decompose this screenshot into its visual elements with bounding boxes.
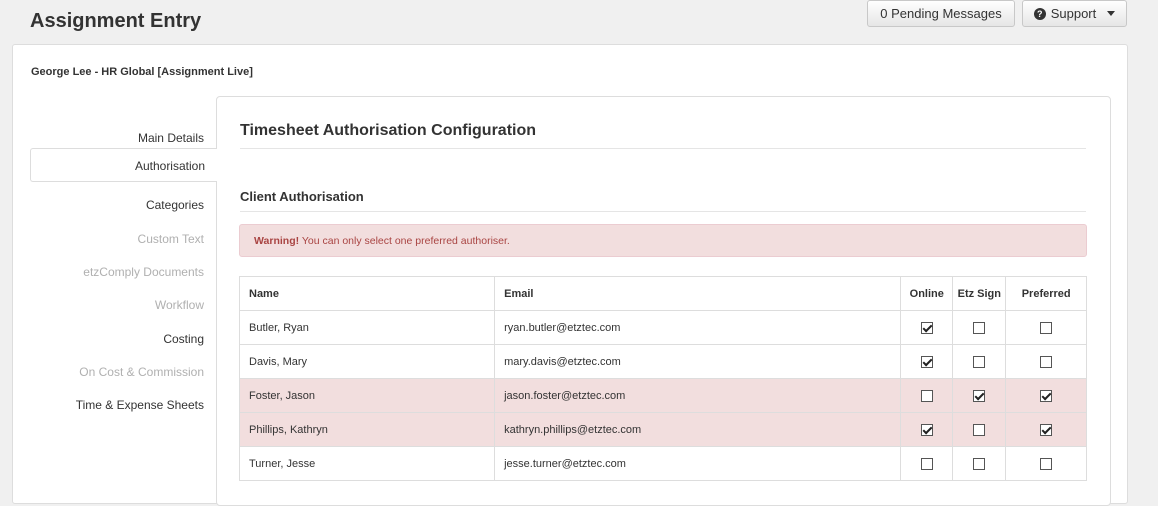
assignee-heading: George Lee - HR Global [Assignment Live]: [31, 66, 253, 78]
cell-name: Foster, Jason: [238, 378, 496, 413]
cell-etzsign: [952, 412, 1007, 447]
cell-name: Phillips, Kathryn: [238, 412, 496, 447]
online-checkbox[interactable]: [920, 423, 933, 436]
support-dropdown-button[interactable]: ? Support: [1022, 0, 1127, 27]
cell-email: ryan.butler@etztec.com: [494, 310, 902, 345]
cell-email: jason.foster@etztec.com: [494, 378, 902, 413]
cell-preferred: [1005, 378, 1087, 413]
cell-online: [900, 378, 954, 413]
table-row: Turner, Jesse jesse.turner@etztec.com: [238, 446, 1087, 481]
client-authorisation-heading: Client Authorisation: [240, 189, 364, 204]
cell-etzsign: [952, 378, 1007, 413]
etz-sign-checkbox[interactable]: [973, 389, 986, 402]
online-checkbox[interactable]: [920, 457, 933, 470]
pending-messages-button[interactable]: 0 Pending Messages: [867, 0, 1015, 27]
page-title: Assignment Entry: [30, 10, 202, 32]
cell-name: Davis, Mary: [238, 344, 496, 379]
sidebar-item-workflow[interactable]: Workflow: [155, 298, 204, 312]
table-row: Phillips, Kathryn kathryn.phillips@etztec…: [238, 412, 1087, 447]
table-row: Foster, Jason jason.foster@etztec.com: [238, 378, 1087, 413]
cell-online: [900, 344, 954, 379]
column-header-email: Email: [494, 276, 902, 311]
etz-sign-checkbox[interactable]: [973, 457, 986, 470]
column-header-preferred: Preferred: [1005, 276, 1087, 311]
sidebar-item-custom-text[interactable]: Custom Text: [138, 232, 204, 246]
column-header-name: Name: [238, 276, 496, 311]
etz-sign-checkbox[interactable]: [973, 321, 986, 334]
sidebar-item-label: Authorisation: [134, 159, 205, 173]
cell-email: mary.davis@etztec.com: [494, 344, 902, 379]
cell-online: [900, 446, 954, 481]
preferred-checkbox[interactable]: [1040, 423, 1053, 436]
cell-etzsign: [952, 344, 1007, 379]
cell-name: Turner, Jesse: [238, 446, 496, 481]
support-label: Support: [1050, 6, 1097, 21]
sidebar-item-etzcomply-documents[interactable]: etzComply Documents: [83, 265, 204, 279]
warning-alert: Warning! You can only select one preferr…: [239, 224, 1087, 257]
warning-text: You can only select one preferred author…: [299, 235, 510, 247]
sidebar-item-main-details[interactable]: Main Details: [138, 131, 204, 145]
caret-down-icon: [1107, 11, 1116, 16]
online-checkbox[interactable]: [920, 321, 933, 334]
divider: [240, 148, 1086, 149]
etz-sign-checkbox[interactable]: [973, 355, 986, 368]
cell-preferred: [1005, 344, 1087, 379]
cell-online: [900, 412, 954, 447]
sidebar-item-authorisation[interactable]: Authorisation: [30, 148, 217, 182]
table-header-row: Name Email Online Etz Sign Preferred: [238, 276, 1087, 311]
cell-etzsign: [952, 310, 1007, 345]
cell-name: Butler, Ryan: [238, 310, 496, 345]
cell-email: jesse.turner@etztec.com: [494, 446, 902, 481]
cell-preferred: [1005, 412, 1087, 447]
preferred-checkbox[interactable]: [1040, 389, 1053, 402]
cell-preferred: [1005, 446, 1087, 481]
sidebar-item-costing[interactable]: Costing: [163, 332, 204, 346]
online-checkbox[interactable]: [920, 355, 933, 368]
section-title: Timesheet Authorisation Configuration: [240, 122, 537, 139]
cell-email: kathryn.phillips@etztec.com: [494, 412, 902, 447]
preferred-checkbox[interactable]: [1040, 321, 1053, 334]
preferred-checkbox[interactable]: [1040, 355, 1053, 368]
sidebar-item-on-cost-commission[interactable]: On Cost & Commission: [79, 365, 204, 379]
table-row: Butler, Ryan ryan.butler@etztec.com: [238, 310, 1087, 345]
column-header-etz-sign: Etz Sign: [952, 276, 1007, 311]
preferred-checkbox[interactable]: [1040, 457, 1053, 470]
sidebar-item-time-expense-sheets[interactable]: Time & Expense Sheets: [76, 398, 204, 412]
cell-online: [900, 310, 954, 345]
divider: [240, 211, 1086, 212]
etz-sign-checkbox[interactable]: [973, 423, 986, 436]
cell-etzsign: [952, 446, 1007, 481]
column-header-online: Online: [900, 276, 954, 311]
authorisers-table: Name Email Online Etz Sign Preferred But…: [238, 276, 1087, 481]
warning-strong: Warning!: [254, 235, 300, 247]
sidebar-item-categories[interactable]: Categories: [146, 198, 204, 212]
table-row: Davis, Mary mary.davis@etztec.com: [238, 344, 1087, 379]
cell-preferred: [1005, 310, 1087, 345]
question-circle-icon: ?: [1033, 7, 1046, 20]
online-checkbox[interactable]: [920, 389, 933, 402]
